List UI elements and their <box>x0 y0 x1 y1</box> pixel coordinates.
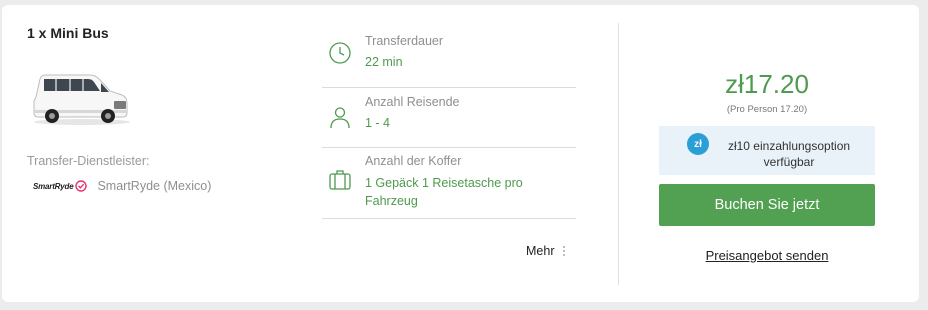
total-price: zł17.20 <box>725 69 809 99</box>
minibus-image <box>33 74 130 125</box>
more-label: Mehr <box>526 244 555 258</box>
vehicle-title: 1 x Mini Bus <box>27 25 109 41</box>
deposit-option-notice: zł zł10 einzahlungsoption verfügbar <box>659 126 875 175</box>
transfer-offer-card: 1 x Mini Bus Transfer-Dienstleister: Sma… <box>2 5 919 302</box>
send-quote-link[interactable]: Preisangebot senden <box>659 248 875 263</box>
clock-icon <box>329 42 351 64</box>
provider-info: SmartRyde SmartRyde (Mexico) <box>33 179 211 193</box>
smartryde-check-icon <box>75 180 88 192</box>
smartryde-logo-text: SmartRyde <box>33 181 74 191</box>
detail-value: 1 Gepäck 1 Reisetasche pro Fahrzeug <box>365 176 523 208</box>
detail-transfer-duration: Transferdauer 22 min <box>322 29 576 88</box>
more-vertical-icon <box>563 246 566 256</box>
provider-label: Transfer-Dienstleister: <box>27 154 150 168</box>
transfer-details-list: Transferdauer 22 min Anzahl Reisende 1 -… <box>322 29 576 219</box>
detail-value: 1 - 4 <box>365 116 391 130</box>
deposit-option-text: zł10 einzahlungsoption verfügbar <box>727 139 851 169</box>
more-link[interactable]: Mehr <box>526 244 566 258</box>
detail-luggage: Anzahl der Koffer 1 Gepäck 1 Reisetasche… <box>322 148 576 219</box>
price-per-person: (Pro Person 17.20) <box>726 104 808 115</box>
person-icon <box>330 107 350 129</box>
detail-passengers: Anzahl Reisende 1 - 4 <box>322 88 576 148</box>
provider-name: SmartRyde (Mexico) <box>97 179 212 193</box>
detail-label: Anzahl der Koffer <box>365 154 462 168</box>
book-now-button[interactable]: Buchen Sie jetzt <box>659 184 875 226</box>
column-divider <box>618 23 619 285</box>
detail-label: Anzahl Reisende <box>365 95 460 109</box>
zloty-coin-icon: zł <box>687 133 709 155</box>
smartryde-logo: SmartRyde <box>33 180 88 192</box>
detail-value: 22 min <box>365 55 403 69</box>
detail-label: Transferdauer <box>365 34 444 48</box>
luggage-icon <box>329 170 351 190</box>
